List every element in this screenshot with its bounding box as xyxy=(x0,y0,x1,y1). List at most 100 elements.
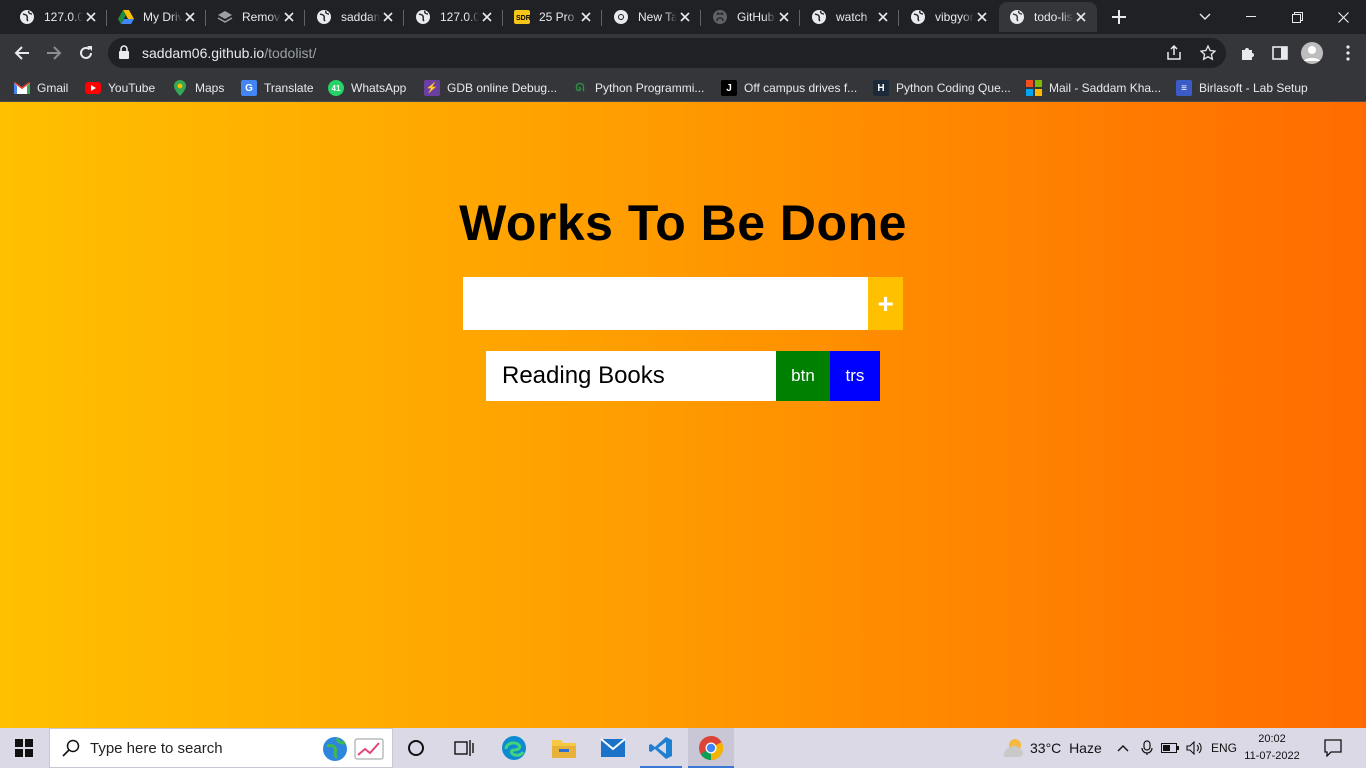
tab-title: 127.0.0.1 xyxy=(440,10,479,24)
bookmark-mail[interactable]: Mail - Saddam Kha... xyxy=(1026,77,1161,99)
weather-widget[interactable] xyxy=(998,728,1028,768)
reload-icon xyxy=(80,46,92,59)
file-explorer-app[interactable] xyxy=(546,728,582,768)
profile-avatar[interactable] xyxy=(1298,39,1326,67)
bookmark-python-programming[interactable]: ᘏ Python Programmi... xyxy=(572,77,704,99)
show-hidden-icons-button[interactable] xyxy=(1113,728,1133,768)
tab-5[interactable]: 127.0.0.1 xyxy=(405,2,503,32)
tab-8[interactable]: GitHub xyxy=(702,2,800,32)
close-icon[interactable] xyxy=(1073,9,1089,25)
bookmark-off-campus[interactable]: J Off campus drives f... xyxy=(721,77,857,99)
bookmark-youtube[interactable]: YouTube xyxy=(85,77,155,99)
bookmark-maps[interactable]: Maps xyxy=(172,77,224,99)
close-icon[interactable] xyxy=(380,9,396,25)
reload-button[interactable] xyxy=(72,39,100,67)
address-bar[interactable]: saddam06.github.io/todolist/ xyxy=(108,38,1226,68)
globe-search-highlight-icon xyxy=(322,736,348,762)
plus-icon xyxy=(1112,10,1126,24)
side-panel-button[interactable] xyxy=(1266,39,1294,67)
chrome-icon xyxy=(699,736,724,760)
close-icon[interactable] xyxy=(776,9,792,25)
start-button[interactable] xyxy=(0,728,48,768)
mail-app[interactable] xyxy=(595,728,631,768)
birlasoft-icon: ≡ xyxy=(1176,80,1192,96)
complete-button[interactable]: btn xyxy=(776,351,830,401)
close-icon[interactable] xyxy=(83,9,99,25)
translate-icon: G xyxy=(241,80,257,96)
tab-strip: 127.0.0.1 My Drive Remove saddam 127.0.0… xyxy=(0,0,1366,34)
vscode-app[interactable] xyxy=(643,728,679,768)
battery-button[interactable] xyxy=(1159,728,1181,768)
add-todo-button[interactable]: + xyxy=(868,277,903,330)
close-icon[interactable] xyxy=(281,9,297,25)
forward-button[interactable] xyxy=(40,39,68,67)
puzzle-icon xyxy=(1242,48,1254,60)
cortana-circle-icon xyxy=(408,740,424,756)
tab-1[interactable]: 127.0.0.1 xyxy=(9,2,107,32)
back-button[interactable] xyxy=(8,39,36,67)
tab-6[interactable]: SDR 25 Pro xyxy=(504,2,602,32)
close-icon[interactable] xyxy=(578,9,594,25)
todo-input[interactable] xyxy=(463,277,868,330)
bookmark-label: Off campus drives f... xyxy=(744,81,858,95)
tab-7[interactable]: New Tab xyxy=(603,2,701,32)
whatsapp-icon: 41 xyxy=(328,80,344,96)
bookmark-label: Translate xyxy=(264,81,314,95)
bookmark-gmail[interactable]: Gmail xyxy=(14,77,68,99)
tab-2[interactable]: My Drive xyxy=(108,2,206,32)
language-indicator[interactable]: ENG xyxy=(1208,728,1240,768)
delete-button[interactable]: trs xyxy=(830,351,880,401)
cortana-button[interactable] xyxy=(398,728,434,768)
drive-icon xyxy=(118,9,134,25)
share-icon[interactable] xyxy=(1164,43,1184,63)
tab-active-todo-list[interactable]: todo-list xyxy=(999,2,1097,32)
minimize-button[interactable] xyxy=(1228,0,1274,34)
minimize-icon xyxy=(1246,16,1256,17)
chrome-icon xyxy=(613,9,629,25)
close-icon[interactable] xyxy=(974,9,990,25)
bookmark-python-coding[interactable]: H Python Coding Que... xyxy=(873,77,1011,99)
arrow-left-icon xyxy=(14,46,29,60)
restore-button[interactable] xyxy=(1274,0,1320,34)
new-tab-button[interactable] xyxy=(1108,6,1130,28)
folder-icon xyxy=(552,740,576,758)
bookmark-translate[interactable]: G Translate xyxy=(241,77,314,99)
tab-title: watch xyxy=(836,10,868,24)
chrome-app[interactable] xyxy=(688,728,734,768)
bookmark-star-icon[interactable] xyxy=(1198,43,1218,63)
globe-icon xyxy=(316,9,332,25)
edge-app[interactable] xyxy=(496,728,532,768)
bookmark-birlasoft[interactable]: ≡ Birlasoft - Lab Setup xyxy=(1176,77,1308,99)
task-view-button[interactable] xyxy=(446,728,482,768)
close-window-button[interactable] xyxy=(1320,0,1366,34)
close-icon[interactable] xyxy=(677,9,693,25)
globe-icon xyxy=(910,9,926,25)
volume-button[interactable] xyxy=(1184,728,1206,768)
tab-9[interactable]: watch xyxy=(801,2,899,32)
taskbar-search[interactable]: Type here to search xyxy=(49,728,393,768)
browser-toolbar: saddam06.github.io/todolist/ xyxy=(0,34,1366,72)
tab-title: todo-list xyxy=(1034,10,1073,24)
weather-text[interactable]: 33°C Haze xyxy=(1030,728,1105,768)
close-icon[interactable] xyxy=(182,9,198,25)
meet-now-button[interactable] xyxy=(1137,728,1157,768)
mail-icon xyxy=(600,738,626,757)
menu-button[interactable] xyxy=(1334,39,1362,67)
gdb-bolt-icon: ⚡ xyxy=(424,80,440,96)
tab-10[interactable]: vibgyor xyxy=(900,2,998,32)
vscode-icon xyxy=(649,737,672,759)
tab-3[interactable]: Remove xyxy=(207,2,305,32)
notifications-button[interactable] xyxy=(1318,728,1348,768)
tab-4[interactable]: saddam xyxy=(306,2,404,32)
extensions-button[interactable] xyxy=(1234,39,1262,67)
close-icon[interactable] xyxy=(479,9,495,25)
lock-icon[interactable] xyxy=(118,45,130,65)
bookmark-whatsapp[interactable]: 41 WhatsApp xyxy=(328,77,406,99)
tab-search-button[interactable] xyxy=(1182,0,1228,34)
url-text[interactable]: saddam06.github.io/todolist/ xyxy=(142,45,316,61)
task-view-icon xyxy=(454,740,474,756)
clock[interactable]: 20:02 11-07-2022 xyxy=(1240,731,1304,765)
bookmark-gdb[interactable]: ⚡ GDB online Debug... xyxy=(424,77,557,99)
bookmark-label: Maps xyxy=(195,81,225,95)
close-icon[interactable] xyxy=(875,9,891,25)
